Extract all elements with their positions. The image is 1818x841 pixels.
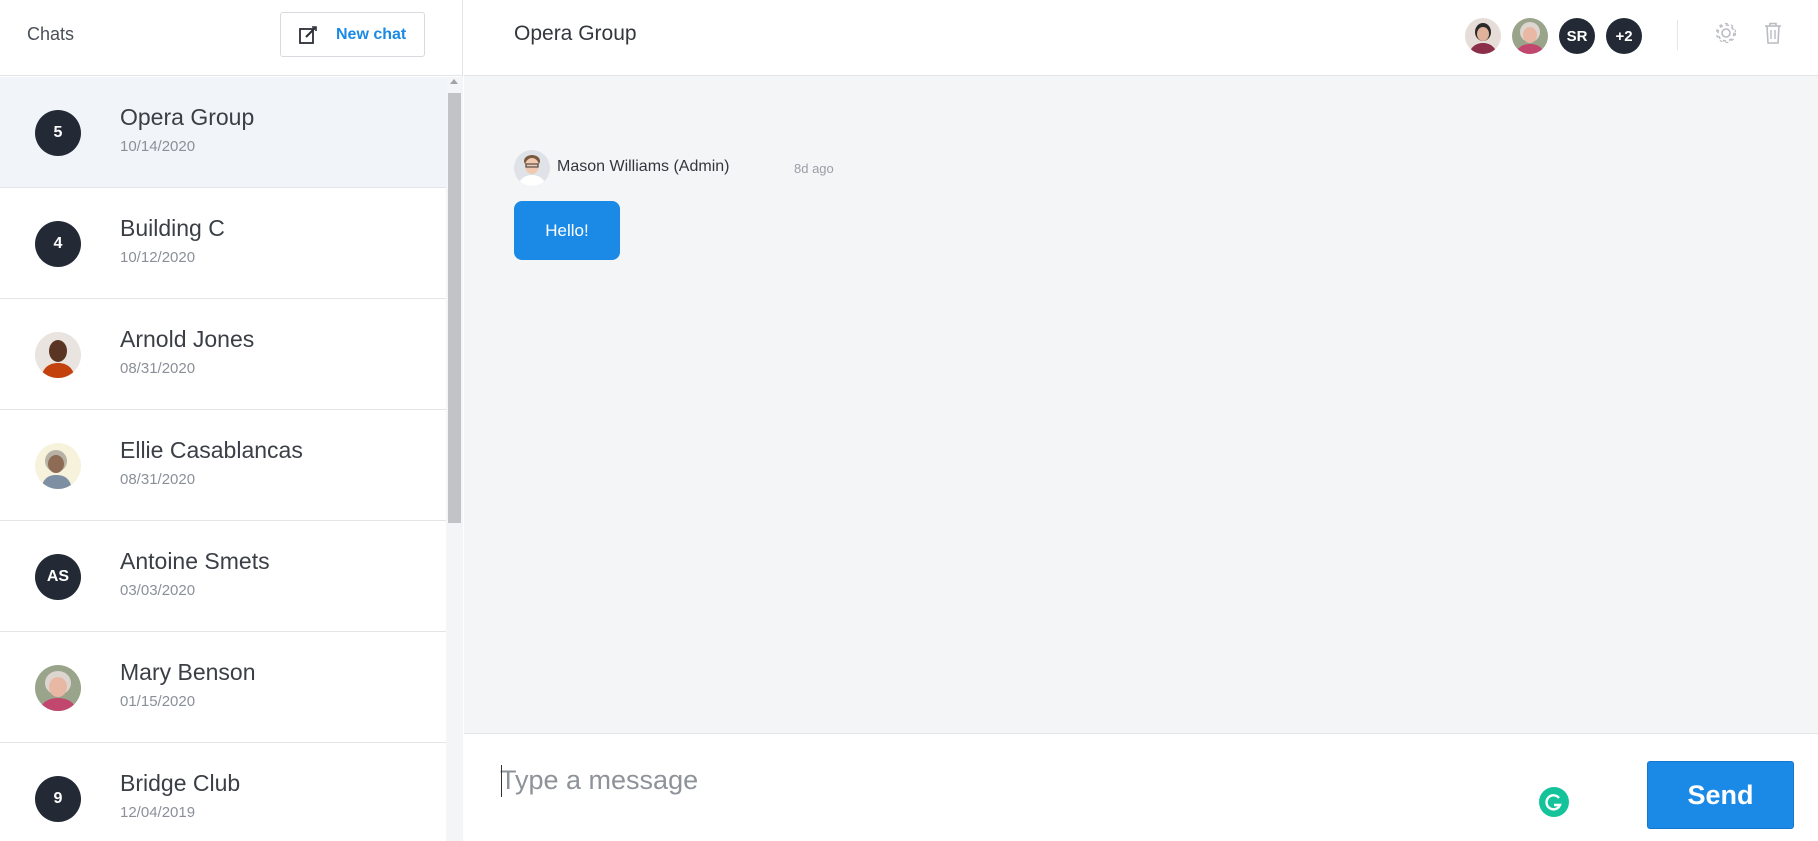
chat-name: Bridge Club: [120, 770, 241, 796]
member-initials-badge[interactable]: SR: [1559, 18, 1595, 54]
chat-name: Mary Benson: [120, 659, 256, 685]
chat-app: Chats New chat 5 Opera Group 10/14/2020: [0, 0, 1818, 841]
chat-item-arnold-jones[interactable]: Arnold Jones 08/31/2020: [0, 299, 446, 410]
scroll-up-arrow-icon[interactable]: [450, 79, 458, 84]
chat-item-opera-group[interactable]: 5 Opera Group 10/14/2020: [0, 77, 446, 188]
message-timestamp: 8d ago: [794, 161, 834, 176]
message-composer: Send: [464, 733, 1818, 841]
text-caret: [501, 765, 502, 797]
person-photo-avatar: [35, 443, 81, 489]
chat-badge: 9: [35, 776, 81, 822]
conversation-header: Opera Group SR +2: [464, 0, 1818, 76]
chat-badge: 4: [35, 221, 81, 267]
send-button[interactable]: Send: [1647, 761, 1794, 829]
message-input[interactable]: [500, 752, 1500, 808]
chat-date: 08/31/2020: [120, 471, 196, 488]
chat-date: 12/04/2019: [120, 804, 196, 821]
chat-date: 10/14/2020: [120, 138, 196, 155]
chat-item-building-c[interactable]: 4 Building C 10/12/2020: [0, 188, 446, 299]
author-avatar: [514, 150, 550, 186]
chat-name: Ellie Casablancas: [120, 437, 303, 463]
chat-item-bridge-club[interactable]: 9 Bridge Club 12/04/2019: [0, 743, 446, 841]
conversation-title: Opera Group: [514, 22, 637, 45]
grammarly-icon[interactable]: [1539, 787, 1569, 817]
chat-name: Building C: [120, 215, 225, 241]
chat-name: Opera Group: [120, 104, 255, 130]
chat-item-ellie-casablancas[interactable]: Ellie Casablancas 08/31/2020: [0, 410, 446, 521]
chat-list: 5 Opera Group 10/14/2020 4 Building C 10…: [0, 77, 446, 841]
chat-item-antoine-smets[interactable]: AS Antoine Smets 03/03/2020: [0, 521, 446, 632]
more-members-badge[interactable]: +2: [1606, 18, 1642, 54]
sidebar-header: Chats New chat: [0, 0, 463, 76]
sidebar: Chats New chat 5 Opera Group 10/14/2020: [0, 0, 463, 841]
person-photo-avatar: [35, 332, 81, 378]
chat-badge: 5: [35, 110, 81, 156]
message-author: Mason Williams (Admin): [557, 158, 730, 175]
chat-name: Antoine Smets: [120, 548, 270, 574]
conversation-panel: Opera Group SR +2 Mason Williams (Admin)…: [464, 0, 1818, 841]
new-chat-button[interactable]: New chat: [280, 12, 425, 57]
chat-date: 01/15/2020: [120, 693, 196, 710]
chat-item-mary-benson[interactable]: Mary Benson 01/15/2020: [0, 632, 446, 743]
chat-date: 10/12/2020: [120, 249, 196, 266]
scrollbar-thumb[interactable]: [448, 93, 461, 523]
person-photo-avatar: [35, 665, 81, 711]
chat-badge: AS: [35, 554, 81, 600]
compose-icon: [298, 25, 318, 45]
chat-date: 08/31/2020: [120, 360, 196, 377]
member-avatar[interactable]: [1512, 18, 1548, 54]
message-bubble: Hello!: [514, 201, 620, 260]
chat-date: 03/03/2020: [120, 582, 196, 599]
new-chat-label: New chat: [336, 25, 407, 43]
trash-icon[interactable]: [1760, 20, 1786, 46]
gear-icon[interactable]: [1713, 20, 1739, 46]
chat-list-scrollbar[interactable]: [446, 77, 463, 841]
chat-name: Arnold Jones: [120, 326, 255, 352]
member-avatar[interactable]: [1465, 18, 1501, 54]
chats-title: Chats: [27, 24, 75, 44]
header-divider: [1677, 20, 1678, 50]
